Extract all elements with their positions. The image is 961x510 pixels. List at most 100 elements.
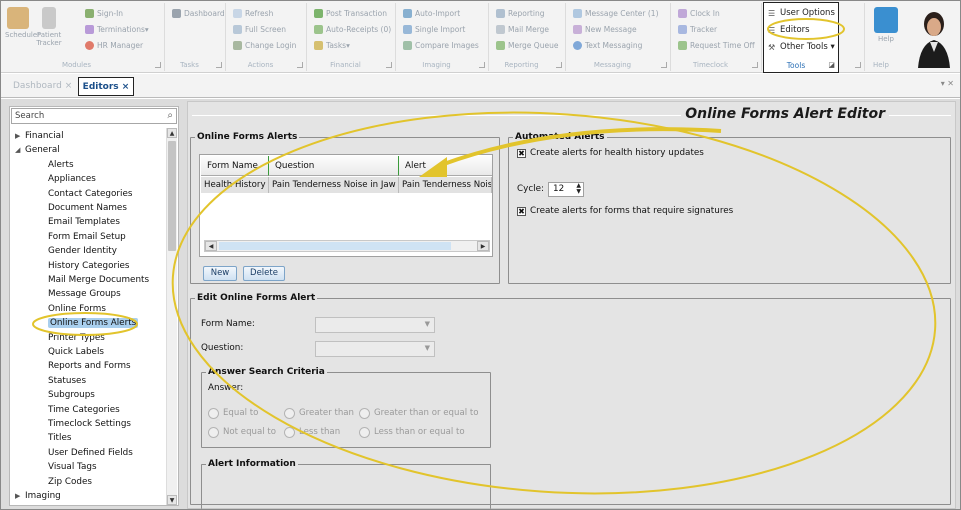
scroll-left-icon[interactable]: ◀: [205, 241, 217, 251]
editors-button[interactable]: ☰ Editors: [768, 23, 810, 38]
dashboard-button[interactable]: Dashboard: [172, 7, 225, 20]
radio-not-equal-to[interactable]: Not equal to: [208, 425, 276, 439]
text-messaging-button[interactable]: Text Messaging: [573, 39, 642, 52]
tree-item-visual-tags[interactable]: Visual Tags: [48, 460, 97, 474]
tab-menu-icon[interactable]: ▾ ✕: [941, 79, 954, 88]
tree-item-email-templates[interactable]: Email Templates: [48, 215, 120, 229]
search-icon[interactable]: ⌕: [167, 110, 173, 121]
grid-horizontal-scrollbar[interactable]: ◀ ▶: [204, 240, 490, 252]
tree-item-user-defined-fields[interactable]: User Defined Fields: [48, 446, 133, 460]
radio-less-than[interactable]: Less than: [284, 425, 340, 439]
form-name-combo[interactable]: ▼: [315, 317, 435, 333]
tree-item-titles[interactable]: Titles: [48, 431, 71, 445]
financial-tasks-button[interactable]: Tasks ▾: [314, 39, 350, 52]
launcher-icon[interactable]: [661, 62, 667, 68]
scroll-thumb[interactable]: [168, 141, 176, 251]
tree-item-message-groups[interactable]: Message Groups: [48, 287, 121, 301]
new-button[interactable]: New: [203, 266, 237, 281]
launcher-icon[interactable]: [297, 62, 303, 68]
user-options-button[interactable]: ☰ User Options: [768, 6, 835, 21]
tree-group-imaging[interactable]: ▶ Imaging: [15, 489, 61, 503]
launcher-icon[interactable]: [556, 62, 562, 68]
scroll-right-icon[interactable]: ▶: [477, 241, 489, 251]
launcher-icon[interactable]: [216, 62, 222, 68]
signatures-checkbox[interactable]: ✖: [517, 206, 526, 216]
patient-tracker-button[interactable]: Patient Tracker: [35, 7, 63, 47]
launcher-icon[interactable]: [155, 62, 161, 68]
signatures-checkbox-row[interactable]: ✖ Create alerts for forms that require s…: [517, 204, 733, 218]
health-history-checkbox[interactable]: ✖: [517, 148, 526, 158]
launcher-icon[interactable]: [752, 62, 758, 68]
tree-item-zip-codes[interactable]: Zip Codes: [48, 475, 92, 489]
mail-merge-button[interactable]: Mail Merge: [496, 23, 549, 36]
message-center-button[interactable]: Message Center (1): [573, 7, 659, 20]
question-combo[interactable]: ▼: [315, 341, 435, 357]
tree-scrollbar[interactable]: ▲ ▼: [166, 128, 177, 505]
full-screen-button[interactable]: Full Screen: [233, 23, 286, 36]
column-header-form-name[interactable]: Form Name: [201, 156, 269, 176]
single-import-button[interactable]: Single Import: [403, 23, 465, 36]
spinner-arrows-icon[interactable]: ▲ ▼: [576, 182, 581, 195]
tree-item-contact-categories[interactable]: Contact Categories: [48, 187, 132, 201]
cycle-spinner[interactable]: 12 ▲ ▼: [548, 181, 585, 197]
scroll-down-icon[interactable]: ▼: [167, 495, 177, 505]
tree-item-online-forms[interactable]: Online Forms: [48, 302, 106, 316]
column-header-question[interactable]: Question: [269, 156, 399, 176]
tab-dashboard[interactable]: Dashboard ×: [7, 77, 78, 96]
clock-in-button[interactable]: Clock In: [678, 7, 720, 20]
tree-item-subgroups[interactable]: Subgroups: [48, 388, 95, 402]
expand-arrow-icon[interactable]: ▶: [15, 489, 25, 503]
radio-less-than-or-equal[interactable]: Less than or equal to: [359, 425, 465, 439]
collapse-arrow-icon[interactable]: ◢: [15, 143, 25, 157]
scroll-up-icon[interactable]: ▲: [167, 128, 177, 138]
request-time-off-button[interactable]: Request Time Off: [678, 39, 755, 52]
sign-in-button[interactable]: Sign-In: [85, 7, 123, 20]
tree-item-alerts[interactable]: Alerts: [48, 158, 74, 172]
reporting-button[interactable]: Reporting: [496, 7, 544, 20]
tree-item-statuses[interactable]: Statuses: [48, 374, 86, 388]
help-button[interactable]: Help: [870, 7, 902, 43]
tree-item-mail-merge-documents[interactable]: Mail Merge Documents: [48, 273, 149, 287]
close-icon[interactable]: ×: [65, 81, 73, 91]
tree-item-gender-identity[interactable]: Gender Identity: [48, 244, 117, 258]
tree-item-appliances[interactable]: Appliances: [48, 172, 96, 186]
refresh-button[interactable]: Refresh: [233, 7, 273, 20]
tab-editors[interactable]: Editors ×: [78, 77, 134, 96]
launcher-icon[interactable]: [386, 62, 392, 68]
tree-item-time-categories[interactable]: Time Categories: [48, 403, 120, 417]
auto-import-button[interactable]: Auto-Import: [403, 7, 460, 20]
hr-manager-button[interactable]: HR Manager: [85, 39, 143, 52]
tracker-button[interactable]: Tracker: [678, 23, 717, 36]
post-transaction-button[interactable]: Post Transaction: [314, 7, 387, 20]
terminations-button[interactable]: Terminations ▾: [85, 23, 149, 36]
tree-item-quick-labels[interactable]: Quick Labels: [48, 345, 104, 359]
radio-equal-to[interactable]: Equal to: [208, 406, 258, 420]
tree-item-printer-types[interactable]: Printer Types: [48, 331, 105, 345]
radio-greater-than[interactable]: Greater than: [284, 406, 354, 420]
table-cell[interactable]: Health History: [201, 177, 269, 193]
change-login-button[interactable]: Change Login: [233, 39, 296, 52]
table-cell[interactable]: Pain Tenderness Noise: [399, 177, 492, 193]
delete-button[interactable]: Delete: [243, 266, 285, 281]
search-input[interactable]: [12, 109, 152, 123]
launcher-icon[interactable]: [479, 62, 485, 68]
health-history-checkbox-row[interactable]: ✖ Create alerts for health history updat…: [517, 146, 704, 160]
new-message-button[interactable]: New Message: [573, 23, 637, 36]
compare-images-button[interactable]: Compare Images: [403, 39, 479, 52]
auto-receipts-button[interactable]: Auto-Receipts (0): [314, 23, 391, 36]
other-tools-button[interactable]: ⚒ Other Tools ▾: [768, 40, 835, 55]
scroll-thumb[interactable]: [219, 242, 451, 250]
tree-item-reports-and-forms[interactable]: Reports and Forms: [48, 359, 131, 373]
tree-item-form-email-setup[interactable]: Form Email Setup: [48, 230, 126, 244]
tree-group-general[interactable]: ◢ General: [15, 143, 60, 157]
column-header-alert[interactable]: Alert: [399, 156, 492, 176]
scheduler-button[interactable]: Scheduler: [5, 7, 40, 39]
expand-arrow-icon[interactable]: ▶: [15, 129, 25, 143]
close-icon[interactable]: ×: [122, 82, 130, 92]
tree-group-financial[interactable]: ▶ Financial: [15, 129, 64, 143]
merge-queue-button[interactable]: Merge Queue: [496, 39, 558, 52]
tree-item-timeclock-settings[interactable]: Timeclock Settings: [48, 417, 131, 431]
launcher-icon[interactable]: [855, 62, 861, 68]
tree-item-history-categories[interactable]: History Categories: [48, 259, 130, 273]
tree-item-document-names[interactable]: Document Names: [48, 201, 127, 215]
